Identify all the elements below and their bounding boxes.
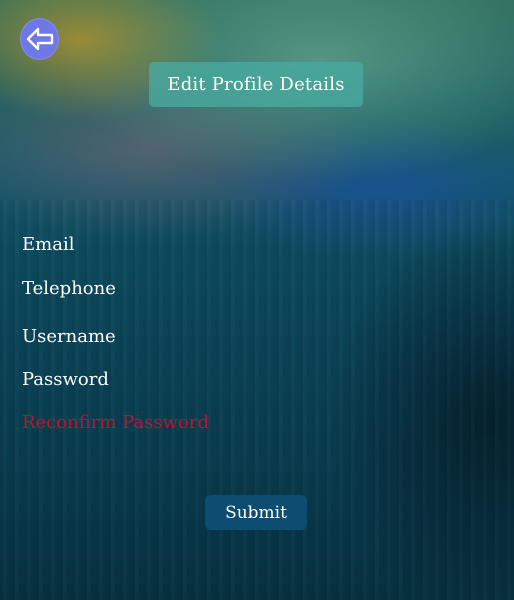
username-field-label: Username — [22, 326, 116, 347]
telephone-field-label: Telephone — [22, 278, 116, 299]
page-title-text: Edit Profile Details — [167, 74, 345, 95]
submit-button-label: Submit — [225, 502, 287, 523]
background-streaks — [0, 200, 514, 600]
password-field-label: Password — [22, 369, 109, 390]
back-arrow-icon — [26, 27, 54, 51]
email-field-label: Email — [22, 234, 75, 255]
back-button[interactable] — [20, 18, 59, 60]
submit-button[interactable]: Submit — [205, 495, 307, 530]
page-title: Edit Profile Details — [149, 62, 363, 107]
reconfirm-password-field-label: Reconfirm Password — [22, 412, 209, 433]
